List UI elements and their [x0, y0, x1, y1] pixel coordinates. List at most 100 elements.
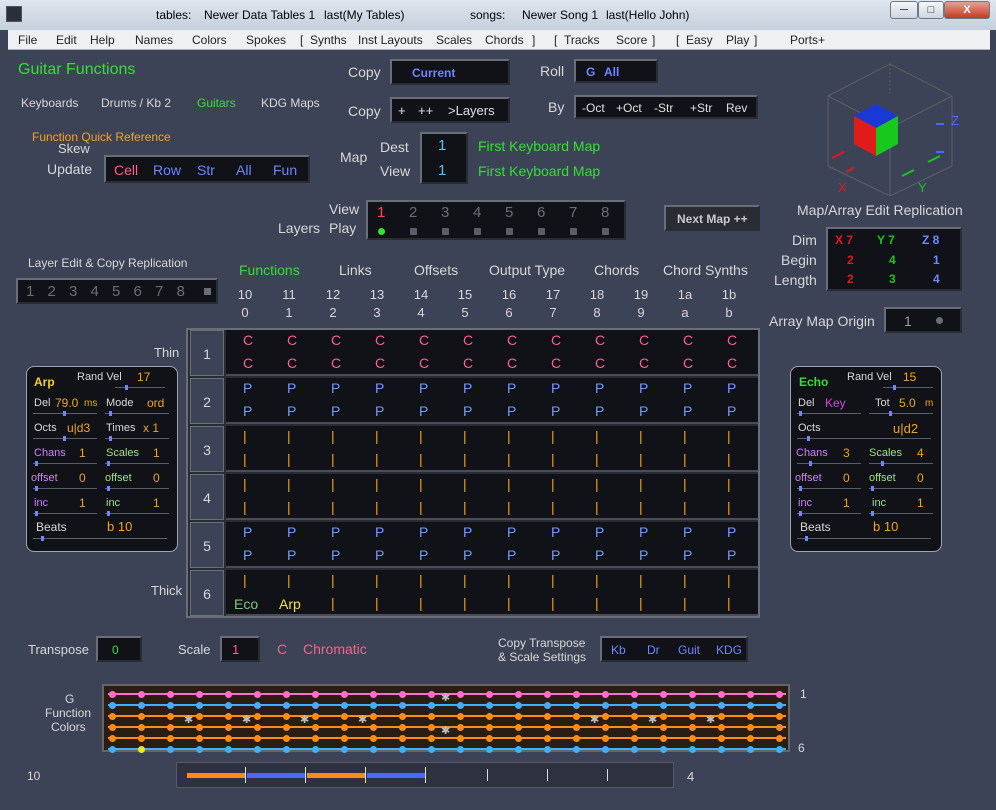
grid-cell[interactable]: |: [463, 428, 467, 444]
grid-cell[interactable]: P: [419, 524, 428, 540]
grid-cell[interactable]: |: [551, 476, 555, 492]
fret-note-dot[interactable]: [312, 702, 319, 709]
layer-edit-4[interactable]: 4: [91, 283, 99, 300]
grid-cell[interactable]: |: [243, 428, 247, 444]
layer-edit-6[interactable]: 6: [134, 283, 142, 300]
grid-cell[interactable]: P: [507, 547, 516, 563]
col-tab-functions[interactable]: Functions: [239, 262, 300, 278]
grid-cell[interactable]: C: [595, 355, 605, 371]
fret-note-dot[interactable]: [573, 713, 580, 720]
fret-note-dot[interactable]: [747, 746, 754, 753]
fret-note-dot[interactable]: [689, 691, 696, 698]
grid-cell[interactable]: C: [683, 355, 693, 371]
arp-scales-value[interactable]: 1: [153, 446, 160, 460]
arp-inc-1[interactable]: 1: [79, 496, 86, 510]
fret-note-dot[interactable]: [167, 746, 174, 753]
grid-cell[interactable]: P: [639, 380, 648, 396]
layer-view-5[interactable]: 5: [505, 204, 513, 221]
arp-times-value[interactable]: x 1: [143, 421, 159, 435]
layer-play-8-icon[interactable]: [602, 228, 609, 235]
copy-plusplus[interactable]: ++: [418, 103, 433, 118]
grid-cell[interactable]: C: [243, 332, 253, 348]
grid-cell[interactable]: C: [727, 332, 737, 348]
grid-cell[interactable]: P: [331, 380, 340, 396]
grid-cell[interactable]: |: [595, 476, 599, 492]
grid-cell[interactable]: |: [639, 428, 643, 444]
grid-row-number[interactable]: 2: [190, 378, 224, 424]
fret-note-dot[interactable]: [196, 702, 203, 709]
layer-view-2[interactable]: 2: [409, 204, 417, 221]
fret-note-dot[interactable]: [370, 735, 377, 742]
menu-ports[interactable]: Ports+: [790, 33, 825, 47]
grid-cell[interactable]: |: [331, 451, 335, 467]
maximize-button[interactable]: □: [918, 1, 944, 19]
fret-note-dot[interactable]: [544, 735, 551, 742]
fret-note-dot[interactable]: [428, 724, 435, 731]
fret-note-dot[interactable]: [602, 713, 609, 720]
grid-cell[interactable]: |: [683, 595, 687, 611]
fret-note-dot[interactable]: [138, 691, 145, 698]
fret-note-dot[interactable]: [283, 724, 290, 731]
grid-cell[interactable]: P: [287, 547, 296, 563]
by-minus-oct[interactable]: -Oct: [582, 101, 605, 115]
function-quick-reference[interactable]: Function Quick Reference: [32, 130, 171, 144]
grid-cell[interactable]: C: [331, 355, 341, 371]
menu-names[interactable]: Names: [135, 33, 173, 47]
fret-note-dot[interactable]: [573, 724, 580, 731]
fret-note-dot[interactable]: [515, 735, 522, 742]
fret-note-dot[interactable]: [776, 746, 783, 753]
scale-field[interactable]: 1: [220, 636, 260, 662]
grid-cell[interactable]: |: [375, 595, 379, 611]
menu-scales[interactable]: Scales: [436, 33, 472, 47]
fret-note-dot[interactable]: [399, 702, 406, 709]
fret-note-dot[interactable]: [138, 735, 145, 742]
layer-play-7-icon[interactable]: [570, 228, 577, 235]
grid-cell[interactable]: |: [683, 451, 687, 467]
array-map-origin-field[interactable]: 1: [884, 307, 962, 333]
fret-note-dot[interactable]: [515, 724, 522, 731]
menu-file[interactable]: File: [18, 33, 37, 47]
fret-note-dot[interactable]: [486, 746, 493, 753]
menu-inst-layouts[interactable]: Inst Layouts: [358, 33, 423, 47]
grid-cell[interactable]: |: [595, 595, 599, 611]
fret-note-dot[interactable]: [399, 746, 406, 753]
fret-note-dot[interactable]: [283, 713, 290, 720]
fret-note-dot[interactable]: [544, 746, 551, 753]
update-all[interactable]: All: [236, 162, 252, 178]
layer-play-3-icon[interactable]: [442, 228, 449, 235]
grid-cell[interactable]: |: [419, 499, 423, 515]
fret-note-dot[interactable]: [573, 691, 580, 698]
grid-cell[interactable]: P: [463, 547, 472, 563]
update-cell[interactable]: Cell: [114, 162, 138, 178]
layer-play-2-icon[interactable]: [410, 228, 417, 235]
fret-note-dot[interactable]: [689, 735, 696, 742]
update-str[interactable]: Str: [197, 162, 215, 178]
fret-note-dot[interactable]: [196, 735, 203, 742]
copy-current-field[interactable]: Current: [390, 59, 510, 85]
grid-cell[interactable]: P: [595, 524, 604, 540]
fret-note-dot[interactable]: [428, 746, 435, 753]
echo-rand-vel[interactable]: 15: [903, 370, 916, 384]
grid-cell[interactable]: P: [287, 380, 296, 396]
update-fun[interactable]: Fun: [273, 162, 297, 178]
fret-note-dot[interactable]: [660, 724, 667, 731]
grid-cell[interactable]: |: [243, 476, 247, 492]
fret-note-dot[interactable]: [167, 735, 174, 742]
grid-cell[interactable]: |: [727, 451, 731, 467]
by-minus-str[interactable]: -Str: [654, 101, 673, 115]
grid-cell[interactable]: P: [507, 524, 516, 540]
fret-note-dot[interactable]: [312, 724, 319, 731]
grid-cell[interactable]: P: [507, 403, 516, 419]
grid-cell[interactable]: P: [551, 524, 560, 540]
tab-drums[interactable]: Drums / Kb 2: [101, 96, 171, 110]
grid-cell[interactable]: P: [419, 380, 428, 396]
layer-view-8[interactable]: 8: [601, 204, 609, 221]
grid-cell[interactable]: P: [727, 524, 736, 540]
grid-cell[interactable]: |: [331, 572, 335, 588]
fret-note-dot[interactable]: [486, 713, 493, 720]
copy-transpose-kb[interactable]: Kb: [611, 643, 626, 657]
fret-note-dot[interactable]: [631, 713, 638, 720]
grid-cell[interactable]: |: [331, 499, 335, 515]
grid-cell[interactable]: |: [727, 499, 731, 515]
fret-note-dot[interactable]: [660, 746, 667, 753]
